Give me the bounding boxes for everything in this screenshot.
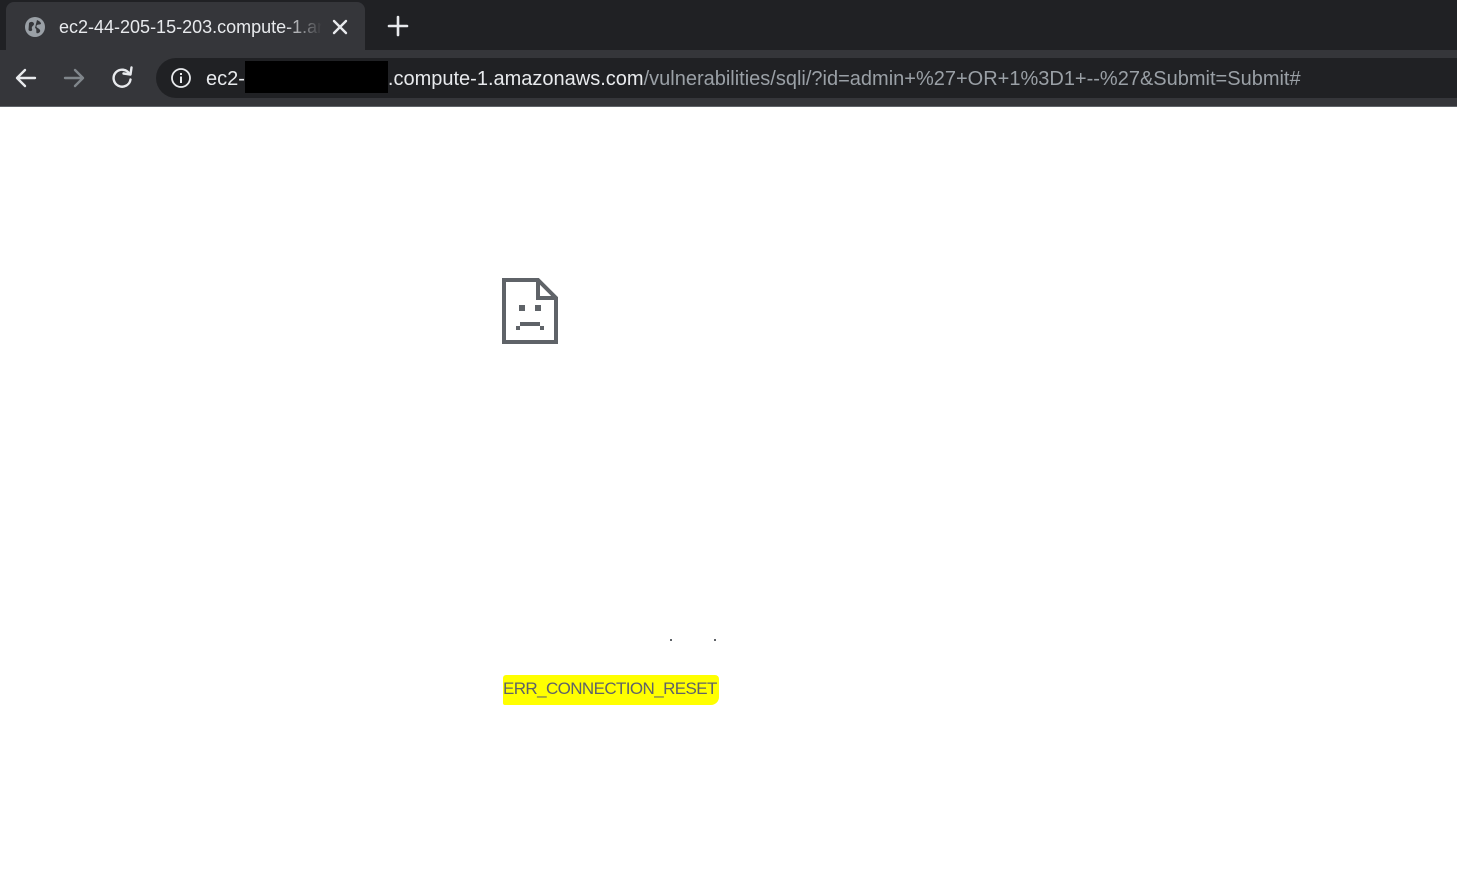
close-icon[interactable] (328, 15, 352, 39)
active-tab[interactable]: ec2-44-205-15-203.compute-1.amazonaws.co… (6, 2, 365, 50)
error-code: ERR_CONNECTION_RESET (503, 675, 719, 705)
browser-toolbar: ec2- .compute-1.amazonaws.com/vulnerabili… (0, 50, 1457, 107)
url-path: /vulnerabilities/sqli/?id=admin+%27+OR+1… (643, 67, 1301, 90)
url-host-suffix: .compute-1.amazonaws.com (387, 67, 644, 90)
sad-page-icon (502, 278, 558, 344)
tab-title: ec2-44-205-15-203.compute-1.amazonaws.co… (59, 17, 322, 37)
page-content: ERR_CONNECTION_RESET (0, 107, 1457, 889)
globe-icon (25, 17, 45, 37)
redaction-block (244, 61, 388, 93)
back-arrow-icon[interactable] (12, 64, 40, 92)
info-icon[interactable] (170, 67, 192, 89)
tab-strip: ec2-44-205-15-203.compute-1.amazonaws.co… (0, 0, 1457, 50)
url-host-prefix: ec2- (206, 67, 245, 90)
address-bar[interactable]: ec2- .compute-1.amazonaws.com/vulnerabili… (156, 58, 1457, 98)
plus-icon[interactable] (384, 12, 412, 40)
reload-icon[interactable] (108, 64, 136, 92)
forward-arrow-icon[interactable] (60, 64, 88, 92)
residual-specks (670, 639, 716, 641)
url-text[interactable]: ec2- .compute-1.amazonaws.com/vulnerabili… (206, 61, 1301, 93)
